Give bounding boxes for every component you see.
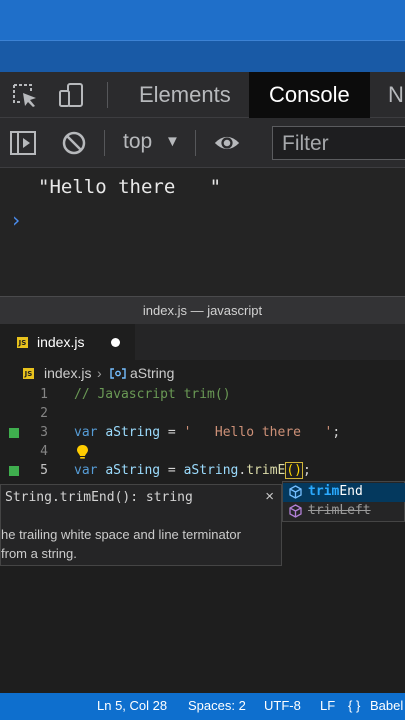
console-log-message: "Hello there ": [38, 176, 222, 198]
suggestion-match: trim: [308, 484, 340, 499]
breadcrumb-symbol[interactable]: aString: [130, 365, 174, 381]
suggestion-match: trim: [308, 503, 340, 518]
toolbar-separator: [107, 82, 108, 108]
doc-description-line: he trailing white space and line termina…: [1, 527, 241, 542]
git-added-marker: [9, 466, 19, 476]
line-number: 5: [40, 463, 48, 478]
code-method: trimE: [246, 463, 286, 478]
code-line[interactable]: 5 var aString = aString.trimE();: [0, 462, 405, 481]
tab-label: index.js: [37, 334, 85, 350]
method-symbol-icon: [289, 485, 302, 499]
toolbar-separator: [195, 130, 196, 156]
tab-index-js[interactable]: JS index.js: [0, 324, 135, 360]
code-keyword: var: [74, 463, 98, 478]
code-text: var aString = aString.trimE();: [74, 462, 311, 479]
devtools-tab-bar: Elements Console N: [0, 72, 405, 118]
tab-network[interactable]: N: [374, 72, 405, 118]
clear-console-icon[interactable]: [61, 130, 89, 156]
code-line[interactable]: 3 var aString = ' Hello there ';: [0, 424, 405, 443]
tab-console[interactable]: Console: [249, 72, 370, 118]
filter-input[interactable]: Filter: [272, 126, 405, 160]
doc-description: he trailing white space and line termina…: [1, 525, 241, 563]
js-file-icon: JS: [17, 337, 28, 348]
line-number: 2: [40, 406, 48, 421]
suggestion-rest: End: [339, 484, 363, 499]
suggestion-label: trimLeft: [308, 503, 371, 518]
chrome-band-lower: [0, 40, 405, 72]
git-added-marker: [9, 428, 19, 438]
line-number: 3: [40, 425, 48, 440]
code-parens: (): [285, 462, 304, 479]
code-string: ' Hello there ': [183, 425, 333, 440]
code-line[interactable]: 4: [0, 443, 405, 462]
language-mode[interactable]: Babel: [370, 698, 403, 713]
code-line[interactable]: 1 // Javascript trim(): [0, 386, 405, 405]
toolbar-separator: [104, 130, 105, 156]
close-icon[interactable]: ×: [265, 488, 274, 505]
code-line[interactable]: 2: [0, 405, 405, 424]
code-object: aString: [183, 463, 239, 478]
indentation[interactable]: Spaces: 2: [188, 698, 246, 713]
console-prompt-icon[interactable]: ›: [10, 208, 22, 232]
code-keyword: var: [74, 425, 98, 440]
code-semicolon: ;: [303, 463, 311, 478]
chrome-divider: [0, 40, 405, 41]
code-comment: // Javascript trim(): [74, 387, 231, 402]
suggestion-item-trimleft[interactable]: trimLeft: [283, 502, 405, 521]
device-toolbar-icon[interactable]: [58, 82, 86, 108]
breadcrumb: JS index.js › aString: [0, 360, 405, 386]
variable-symbol-icon: [110, 368, 126, 379]
suggestion-rest: Left: [339, 503, 371, 518]
doc-description-line: from a string.: [1, 546, 77, 561]
chevron-right-icon: ›: [97, 365, 102, 381]
code-variable: aString: [105, 425, 161, 440]
lightbulb-icon[interactable]: [76, 444, 89, 461]
suggest-widget: trimEnd trimLeft: [282, 481, 405, 522]
window-title: index.js — javascript: [142, 303, 263, 318]
console-output: "Hello there " ›: [0, 168, 405, 296]
tab-elements[interactable]: Elements: [125, 72, 245, 118]
code-semicolon: ;: [332, 425, 341, 440]
editor-tab-bar: JS index.js: [0, 324, 405, 360]
doc-signature: String.trimEnd(): string: [5, 490, 193, 505]
encoding[interactable]: UTF-8: [264, 698, 301, 713]
sidebar-toggle-icon[interactable]: [9, 130, 37, 156]
code-variable: aString: [105, 463, 161, 478]
context-selector[interactable]: top: [123, 130, 152, 154]
signature-doc-popup: String.trimEnd(): string × he trailing w…: [0, 484, 282, 566]
braces-icon: { }: [348, 698, 361, 713]
code-operator: =: [160, 463, 184, 478]
line-number: 4: [40, 444, 48, 459]
suggestion-label: trimEnd: [308, 484, 363, 499]
breadcrumb-file[interactable]: index.js: [44, 365, 91, 381]
end-of-line[interactable]: LF: [320, 698, 335, 713]
line-number: 1: [40, 387, 48, 402]
code-operator: =: [160, 425, 184, 440]
method-symbol-icon: [289, 504, 302, 518]
suggestion-item-trimend[interactable]: trimEnd: [283, 483, 405, 502]
js-file-icon: JS: [23, 368, 34, 379]
chrome-band-upper: [0, 0, 405, 40]
code-text: var aString = ' Hello there ';: [74, 425, 340, 440]
unsaved-dot-icon[interactable]: [111, 338, 120, 347]
window-chrome-top: [0, 0, 405, 72]
eye-icon[interactable]: [213, 130, 241, 156]
console-toolbar: top ▼ Filter: [0, 118, 405, 168]
inspect-element-icon[interactable]: [11, 82, 39, 108]
editor-title-bar: index.js — javascript: [0, 296, 405, 324]
filter-placeholder: Filter: [282, 132, 329, 155]
chevron-down-icon[interactable]: ▼: [165, 133, 180, 150]
status-bar: Ln 5, Col 28 Spaces: 2 UTF-8 LF { } Babe…: [0, 693, 405, 720]
cursor-position[interactable]: Ln 5, Col 28: [97, 698, 167, 713]
